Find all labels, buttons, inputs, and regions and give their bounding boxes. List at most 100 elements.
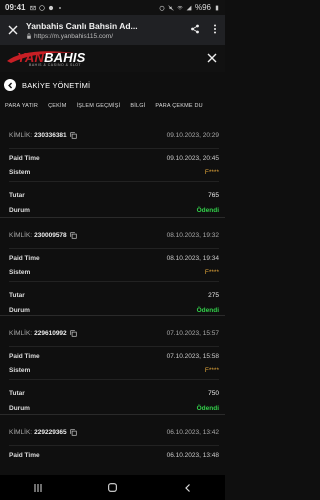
browser-url: https://m.yanbahis115.com/ xyxy=(34,32,114,40)
system-label: Sistem xyxy=(9,169,31,176)
system-value: F**** xyxy=(204,268,219,276)
transaction-id: 229229365 xyxy=(34,428,67,436)
page-header: BAKİYE YÖNETİMİ xyxy=(0,74,225,96)
status-system-icons: %96 xyxy=(159,3,220,12)
battery-level: %96 xyxy=(194,3,211,12)
page-title: BAKİYE YÖNETİMİ xyxy=(22,80,91,90)
tab-withdraw-status[interactable]: PARA ÇEKME DU xyxy=(155,103,202,109)
id-label: KİMLİK: xyxy=(9,132,33,139)
status-bar: 09:41 %96 xyxy=(0,0,225,15)
tab-deposit[interactable]: PARA YATIR xyxy=(5,103,38,109)
copy-icon[interactable] xyxy=(70,428,77,436)
site-logo[interactable]: YANBAHIS BAHIS & CASINO & SLOT xyxy=(5,49,85,69)
paid-time-value: 06.10.2023, 13:48 xyxy=(166,451,219,459)
paid-time-label: Paid Time xyxy=(9,451,40,459)
transaction-date: 08.10.2023, 19:32 xyxy=(166,231,219,239)
transaction-card: KİMLİK: 229610992 07.10.2023, 15:57 Paid… xyxy=(0,315,225,414)
status-value: Ödendi xyxy=(196,306,219,314)
system-nav-bar xyxy=(0,475,225,500)
copy-icon[interactable] xyxy=(70,330,77,337)
system-value: F**** xyxy=(204,169,219,176)
close-icon xyxy=(207,53,217,63)
transaction-id: 230009578 xyxy=(34,231,67,239)
paid-time-label: Paid Time xyxy=(9,254,40,262)
system-label: Sistem xyxy=(9,367,31,374)
chevron-left-icon xyxy=(184,483,190,492)
divider xyxy=(9,148,219,149)
paid-time-label: Paid Time xyxy=(9,353,40,360)
app-icon xyxy=(49,5,54,10)
tab-info[interactable]: BİLGİ xyxy=(130,103,145,109)
status-label: Durum xyxy=(9,207,30,214)
more-vertical-icon xyxy=(214,24,216,33)
id-label: KİMLİK: xyxy=(9,330,33,337)
wifi-icon xyxy=(177,5,183,9)
amount-label: Tutar xyxy=(9,390,25,397)
browser-menu-button[interactable] xyxy=(205,24,225,37)
divider xyxy=(9,346,219,347)
balance-tabs: PARA YATIR ÇEKİM İŞLEM GEÇMİŞİ BİLGİ PAR… xyxy=(0,98,225,114)
arrow-left-icon xyxy=(7,82,12,88)
signal-icon xyxy=(186,5,192,10)
divider xyxy=(9,280,219,282)
close-tab-button[interactable] xyxy=(0,22,26,38)
status-label: Durum xyxy=(9,306,30,314)
browser-title: Yanbahis Canlı Bahsin Ad... xyxy=(26,20,138,31)
transaction-date: 06.10.2023, 13:42 xyxy=(166,428,219,436)
id-label: KİMLİK: xyxy=(9,428,33,436)
mute-icon xyxy=(168,4,174,11)
close-icon xyxy=(8,25,18,35)
paid-time-label: Paid Time xyxy=(9,155,40,162)
transaction-date: 07.10.2023, 15:57 xyxy=(166,330,219,337)
transaction-card: KİMLİK: 229229365 06.10.2023, 13:42 Paid… xyxy=(0,413,225,476)
share-icon xyxy=(191,24,199,33)
divider xyxy=(9,247,219,249)
divider xyxy=(9,379,219,380)
amount-value: 765 xyxy=(208,192,219,199)
transaction-list: KİMLİK: 230336381 09.10.2023, 20:29 Paid… xyxy=(0,118,225,475)
amount-label: Tutar xyxy=(9,192,25,199)
divider xyxy=(9,181,219,182)
tab-withdraw[interactable]: ÇEKİM xyxy=(48,103,66,109)
home-icon xyxy=(108,483,117,492)
logo-tagline: BAHIS & CASINO & SLOT xyxy=(29,62,82,67)
paid-time-value: 07.10.2023, 15:58 xyxy=(166,353,219,360)
close-panel-button[interactable] xyxy=(207,51,217,66)
divider xyxy=(9,444,219,446)
status-time: 09:41 xyxy=(5,3,26,12)
status-label: Durum xyxy=(9,405,30,412)
system-value: F**** xyxy=(204,367,219,374)
status-notification-icons xyxy=(30,4,63,11)
browser-title-block[interactable]: Yanbahis Canlı Bahsin Ad... https://m.ya… xyxy=(26,21,185,40)
back-nav-button[interactable] xyxy=(173,483,203,493)
recents-icon xyxy=(34,483,41,492)
transaction-card: KİMLİK: 230336381 09.10.2023, 20:29 Paid… xyxy=(0,118,225,217)
browser-toolbar: Yanbahis Canlı Bahsin Ad... https://m.ya… xyxy=(0,15,225,45)
site-header: YANBAHIS BAHIS & CASINO & SLOT xyxy=(0,45,225,72)
amount-label: Tutar xyxy=(9,291,25,299)
home-button[interactable] xyxy=(98,482,128,493)
alarm-icon xyxy=(159,5,165,11)
status-value: Ödendi xyxy=(196,207,219,214)
paid-time-value: 09.10.2023, 20:45 xyxy=(166,155,219,162)
recents-button[interactable] xyxy=(23,483,53,493)
tab-history[interactable]: İŞLEM GEÇMİŞİ xyxy=(77,103,121,109)
battery-icon xyxy=(215,5,219,10)
transaction-id: 230336381 xyxy=(34,132,67,139)
transaction-card: KİMLİK: 230009578 08.10.2023, 19:32 Paid… xyxy=(0,216,225,316)
whatsapp-icon xyxy=(39,4,46,11)
copy-icon[interactable] xyxy=(70,231,77,239)
share-button[interactable] xyxy=(185,24,205,37)
amount-value: 750 xyxy=(208,390,219,397)
id-label: KİMLİK: xyxy=(9,231,33,239)
mail-icon xyxy=(30,5,37,10)
status-value: Ödendi xyxy=(196,405,219,412)
paid-time-value: 08.10.2023, 19:34 xyxy=(166,254,219,262)
system-label: Sistem xyxy=(9,268,31,276)
lock-icon xyxy=(27,33,31,39)
back-button[interactable] xyxy=(4,79,16,91)
transaction-id: 229610992 xyxy=(34,330,67,337)
transaction-date: 09.10.2023, 20:29 xyxy=(166,132,219,139)
copy-icon[interactable] xyxy=(70,132,77,139)
dot-icon xyxy=(59,6,62,9)
